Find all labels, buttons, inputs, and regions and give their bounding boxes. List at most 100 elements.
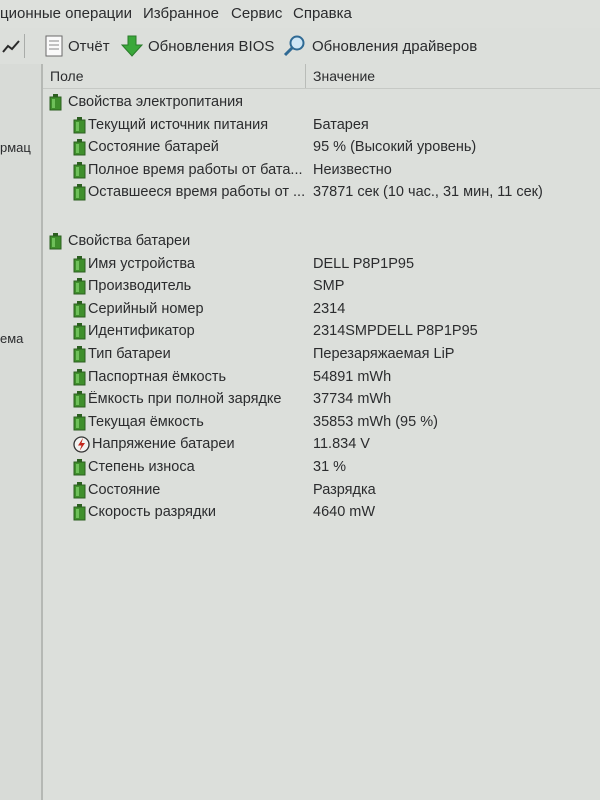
grid-header: Поле Значение	[43, 64, 600, 89]
battery-icon	[73, 139, 89, 156]
drivers-update-label: Обновления драйверов	[312, 37, 478, 55]
battery-icon	[73, 323, 89, 340]
table-row[interactable]: Серийный номер 2314	[43, 298, 600, 320]
battery-icon	[49, 94, 62, 111]
battery-icon	[73, 346, 86, 363]
toolbar-separator	[24, 34, 25, 58]
nav-item-system[interactable]: ема	[0, 331, 23, 346]
field-name: Идентификатор	[88, 323, 195, 340]
battery-icon	[73, 184, 89, 201]
drivers-update-button[interactable]: Обновления драйверов	[283, 34, 477, 58]
battery-icon	[73, 300, 89, 318]
battery-icon	[73, 391, 89, 408]
chart-button[interactable]	[2, 34, 25, 58]
battery-icon	[49, 94, 65, 111]
download-arrow-icon	[121, 35, 143, 57]
table-row[interactable]: Ёмкость при полной зарядке 37734 mWh	[43, 388, 600, 410]
report-icon	[45, 35, 63, 57]
field-value: DELL P8P1P95	[313, 255, 415, 272]
table-row[interactable]: Производитель SMP	[43, 275, 600, 297]
magnifier-icon	[283, 35, 305, 57]
nav-item-info[interactable]: рмац	[0, 140, 31, 155]
battery-icon	[73, 368, 89, 386]
battery-icon	[73, 116, 89, 134]
field-value: SMP	[313, 278, 345, 295]
field-name: Состояние	[88, 481, 161, 498]
battery-icon	[73, 413, 89, 431]
group-row[interactable]: Свойства электропитания	[43, 91, 600, 113]
battery-icon	[73, 368, 86, 386]
column-header-value[interactable]: Значение	[313, 68, 375, 84]
battery-icon	[73, 184, 86, 201]
field-value: Неизвестно	[313, 161, 392, 178]
table-row[interactable]: Текущий источник питания Батарея	[43, 114, 600, 136]
battery-icon	[73, 504, 86, 521]
table-row[interactable]: Напряжение батареи 11.834 V	[43, 433, 600, 455]
report-button[interactable]: Отчёт	[45, 34, 110, 58]
property-grid: Поле Значение Свойства электропитания Тек…	[43, 64, 600, 800]
menu-item-operations[interactable]: ционные операции	[0, 5, 132, 22]
group-title: Свойства электропитания	[68, 94, 244, 110]
bios-update-button[interactable]: Обновления BIOS	[121, 34, 274, 58]
battery-icon	[73, 300, 86, 318]
field-name: Тип батареи	[88, 346, 171, 362]
field-value: 37734 mWh	[313, 391, 392, 408]
menu-bar: ционные операции Избранное Сервис Справк…	[0, 0, 600, 28]
field-value: Батарея	[313, 116, 369, 133]
battery-icon	[73, 504, 89, 521]
table-row[interactable]: Полное время работы от бата... Неизвестно	[43, 159, 600, 181]
field-value: 2314SMPDELL P8P1P95	[313, 323, 478, 340]
chart-line-icon	[2, 40, 20, 53]
table-row[interactable]: Паспортная ёмкость 54891 mWh	[43, 366, 600, 388]
voltage-icon	[73, 436, 90, 454]
bios-update-label: Обновления BIOS	[148, 37, 275, 55]
table-row[interactable]: Имя устройства DELL P8P1P95	[43, 253, 600, 275]
navigation-panel: рмац ема	[0, 64, 41, 800]
table-row[interactable]: Текущая ёмкость 35853 mWh (95 %)	[43, 411, 600, 433]
battery-icon	[73, 481, 86, 499]
battery-icon	[73, 413, 86, 431]
group-title: Свойства батареи	[68, 233, 191, 249]
column-header-field[interactable]: Поле	[50, 68, 84, 84]
table-row[interactable]: Тип батареи Перезаряжаемая LiP	[43, 343, 600, 365]
battery-icon	[73, 161, 86, 179]
battery-icon	[73, 346, 89, 363]
field-value: Перезаряжаемая LiP	[313, 346, 455, 362]
menu-item-help[interactable]: Справка	[293, 5, 352, 22]
field-value: 37871 сек (10 час., 31 мин, 11 сек)	[313, 184, 543, 201]
battery-icon	[49, 233, 65, 250]
battery-icon	[73, 481, 89, 499]
field-value: Разрядка	[313, 481, 376, 498]
field-value: 54891 mWh	[313, 368, 392, 385]
field-name: Производитель	[88, 278, 192, 295]
field-value: 95 % (Высокий уровень)	[313, 139, 477, 156]
field-name: Полное время работы от бата...	[88, 161, 303, 178]
group-row[interactable]: Свойства батареи	[43, 230, 600, 252]
field-name: Серийный номер	[88, 300, 204, 317]
field-value: 31 %	[313, 459, 347, 475]
field-name: Текущая ёмкость	[88, 413, 204, 430]
battery-icon	[73, 391, 86, 408]
battery-icon	[73, 459, 89, 476]
battery-icon	[73, 323, 86, 340]
report-button-label: Отчёт	[68, 37, 110, 55]
table-row[interactable]: Состояние Разрядка	[43, 479, 600, 501]
battery-icon	[73, 255, 89, 273]
field-name: Степень износа	[88, 459, 195, 475]
field-name: Скорость разрядки	[88, 504, 216, 521]
table-row[interactable]: Идентификатор 2314SMPDELL P8P1P95	[43, 320, 600, 342]
table-row[interactable]: Состояние батарей 95 % (Высокий уровень)	[43, 136, 600, 158]
battery-icon	[73, 139, 86, 156]
field-name: Ёмкость при полной зарядке	[88, 391, 282, 408]
battery-icon	[73, 255, 86, 273]
table-row[interactable]: Степень износа 31 %	[43, 456, 600, 478]
table-row[interactable]: Скорость разрядки 4640 mW	[43, 501, 600, 523]
battery-icon	[73, 116, 86, 134]
table-row[interactable]: Оставшееся время работы от ... 37871 сек …	[43, 181, 600, 203]
field-value: 11.834 V	[313, 436, 370, 453]
menu-item-favorites[interactable]: Избранное	[143, 5, 219, 22]
toolbar: Отчёт Обновления BIOS Обновления драйвер…	[0, 28, 600, 64]
battery-icon	[73, 278, 86, 295]
menu-item-service[interactable]: Сервис	[231, 5, 282, 22]
column-divider[interactable]	[305, 64, 306, 88]
